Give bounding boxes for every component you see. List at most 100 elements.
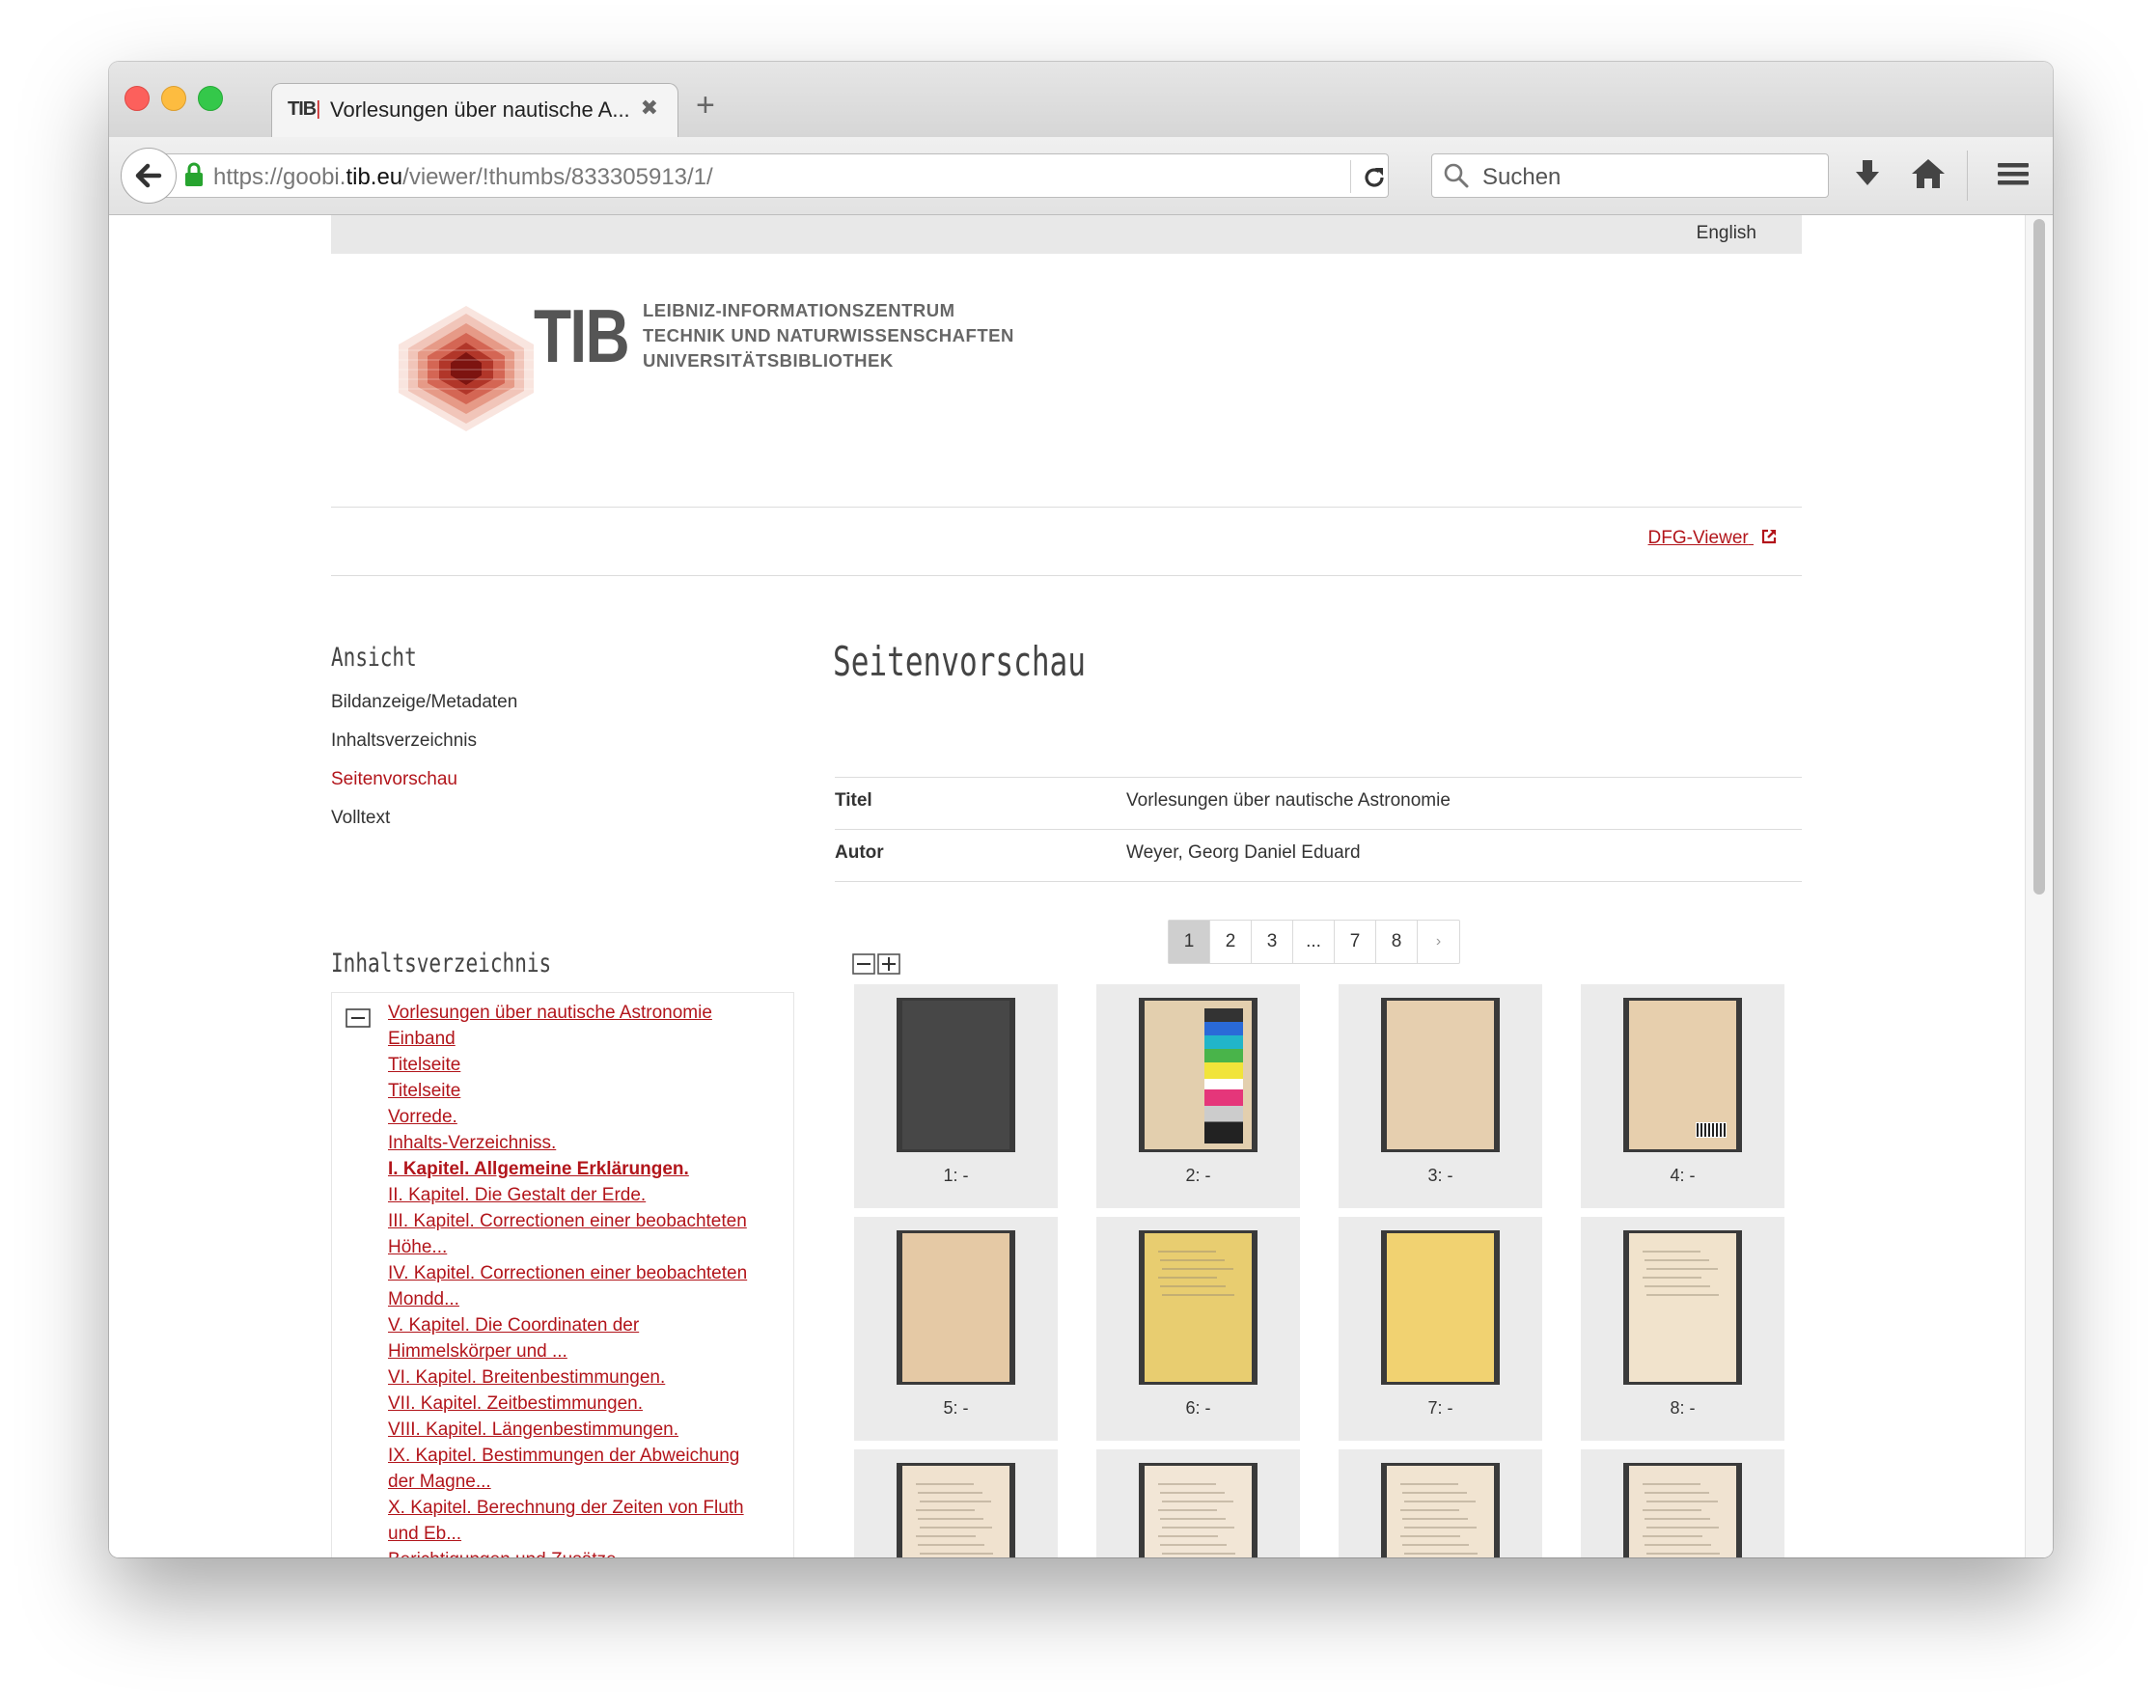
thumbnail-card[interactable]: 9: - [854,1449,1058,1557]
home-icon[interactable] [1910,156,1947,191]
toc-item[interactable]: Mondd... [388,1289,459,1310]
page-viewport: English TIB LEIBNIZ-INFORMATIONSZENTRUM … [109,215,2053,1557]
page-scan [1629,1466,1736,1557]
thumbnail-caption: 1: - [943,1166,969,1185]
page-thumbnail-image[interactable] [1139,998,1258,1152]
text-line-mark [1158,1509,1217,1511]
toc-item[interactable]: IX. Kapitel. Bestimmungen der Abweichung [388,1446,739,1467]
toc-item[interactable]: VII. Kapitel. Zeitbestimmungen. [388,1393,643,1415]
text-line-mark [1643,1277,1701,1279]
toc-item[interactable]: Vorrede. [388,1107,457,1128]
thumbnail-card[interactable]: 7: - [1339,1217,1542,1441]
thumbnail-card[interactable]: 6: - [1096,1217,1300,1441]
thumbnail-caption: 3: - [1427,1166,1453,1185]
toc-item[interactable]: Vorlesungen über nautische Astronomie [388,1003,712,1024]
divider [331,575,1802,576]
thumbnail-card[interactable]: 1: - [854,984,1058,1208]
back-button[interactable] [121,148,177,204]
page-thumbnail-image[interactable] [1139,1463,1258,1557]
page-scan [1629,1233,1736,1382]
new-tab-button[interactable]: + [696,89,715,122]
page-thumbnail-image[interactable] [897,998,1015,1152]
text-line-mark [1162,1553,1235,1555]
page-thumbnail-image[interactable] [1623,1463,1742,1557]
nav-item-bildanzeige[interactable]: Bildanzeige/Metadaten [331,692,517,713]
thumbnail-card[interactable]: 4: - [1581,984,1784,1208]
dfg-viewer-link[interactable]: DFG-Viewer [1648,528,1777,549]
menu-icon[interactable] [1997,156,2030,191]
search-input[interactable]: Suchen [1482,164,1561,191]
toc-item[interactable]: V. Kapitel. Die Coordinaten der [388,1315,639,1336]
page-button-2[interactable]: 2 [1210,921,1252,963]
close-window-button[interactable] [124,86,150,111]
toc-item[interactable]: X. Kapitel. Berechnung der Zeiten von Fl… [388,1498,744,1519]
toc-item[interactable]: Einband [388,1029,456,1050]
toc-item[interactable]: und Eb... [388,1524,461,1545]
reload-button[interactable] [1350,160,1386,193]
toc-item[interactable]: Himmelskörper und ... [388,1341,567,1363]
toc-item[interactable]: Höhe... [388,1237,447,1258]
page-thumbnail-image[interactable] [1381,1463,1500,1557]
text-line-mark [918,1492,982,1494]
logo-letters: TIB [534,293,630,378]
page-thumbnail-image[interactable] [1623,998,1742,1152]
page-thumbnail-image[interactable] [1381,998,1500,1152]
page-thumbnail-image[interactable] [897,1230,1015,1385]
language-link[interactable]: English [1697,223,1756,244]
text-line-mark [916,1509,975,1511]
page-button-7[interactable]: 7 [1335,921,1376,963]
page-thumbnail-image[interactable] [1381,1230,1500,1385]
page-title: Seitenvorschau [833,638,1086,685]
divider [331,507,1802,508]
thumbnail-card[interactable]: 12: - [1581,1449,1784,1557]
toc-item[interactable]: der Magne... [388,1472,491,1493]
thumbnail-card[interactable]: 2: - [1096,984,1300,1208]
vertical-scrollbar[interactable] [2025,215,2053,1557]
toc-item[interactable]: IV. Kapitel. Correctionen einer beobacht… [388,1263,747,1284]
text-line-mark [1643,1509,1701,1511]
thumbnail-card[interactable]: 8: - [1581,1217,1784,1441]
tib-logo-icon[interactable] [389,292,543,447]
url-text[interactable]: https://goobi.tib.eu/viewer/!thumbs/8333… [213,164,713,191]
page-button-3[interactable]: 3 [1252,921,1293,963]
nav-item-inhaltsverzeichnis[interactable]: Inhaltsverzeichnis [331,730,477,752]
page-thumbnail-image[interactable] [897,1463,1015,1557]
zoom-window-button[interactable] [198,86,223,111]
nav-item-seitenvorschau[interactable]: Seitenvorschau [331,769,457,790]
toc-item[interactable]: VIII. Kapitel. Längenbestimmungen. [388,1419,678,1441]
download-icon[interactable] [1851,156,1884,191]
page-thumbnail-image[interactable] [1623,1230,1742,1385]
scrollbar-thumb[interactable] [2033,219,2045,895]
toc-item[interactable]: Titelseite [388,1081,460,1102]
toc-item[interactable]: Titelseite [388,1055,460,1076]
toc-collapse-all-icon[interactable] [852,953,875,975]
toolbar-separator [1967,151,1968,201]
toc-item[interactable]: II. Kapitel. Die Gestalt der Erde. [388,1185,646,1206]
browser-tab[interactable]: TIB| Vorlesungen über nautische A... ✖ [271,83,678,138]
url-bar[interactable]: https://goobi.tib.eu/viewer/!thumbs/8333… [155,153,1389,198]
page-button-1[interactable]: 1 [1169,921,1210,963]
thumbnail-card[interactable]: 11: - [1339,1449,1542,1557]
toc-item[interactable]: III. Kapitel. Correctionen einer beobach… [388,1211,747,1232]
next-page-button[interactable]: › [1418,921,1459,963]
toc-item[interactable]: Inhalts-Verzeichniss. [388,1133,556,1154]
thumbnail-card[interactable]: 10: - [1096,1449,1300,1557]
text-line-mark [1158,1277,1217,1279]
page-scan [902,1001,1009,1149]
toc-node-collapse-icon[interactable] [346,1008,371,1028]
toc-expand-all-icon[interactable] [877,953,900,975]
minimize-window-button[interactable] [161,86,186,111]
toc-item-current[interactable]: I. Kapitel. Allgemeine Erklärungen. [388,1159,689,1180]
page-button-8[interactable]: 8 [1376,921,1418,963]
text-line-mark [1402,1518,1468,1520]
nav-item-volltext[interactable]: Volltext [331,808,390,829]
toc-item[interactable]: Berichtigungen und Zusätze. [388,1550,622,1557]
search-bar[interactable]: Suchen [1431,153,1829,198]
thumbnail-caption: 6: - [1185,1398,1211,1418]
logo-subtitle: LEIBNIZ-INFORMATIONSZENTRUM TECHNIK UND … [643,298,1014,373]
page-thumbnail-image[interactable] [1139,1230,1258,1385]
toc-item[interactable]: VI. Kapitel. Breitenbestimmungen. [388,1367,665,1389]
thumbnail-card[interactable]: 5: - [854,1217,1058,1441]
thumbnail-card[interactable]: 3: - [1339,984,1542,1208]
tab-close-icon[interactable]: ✖ [641,96,658,121]
